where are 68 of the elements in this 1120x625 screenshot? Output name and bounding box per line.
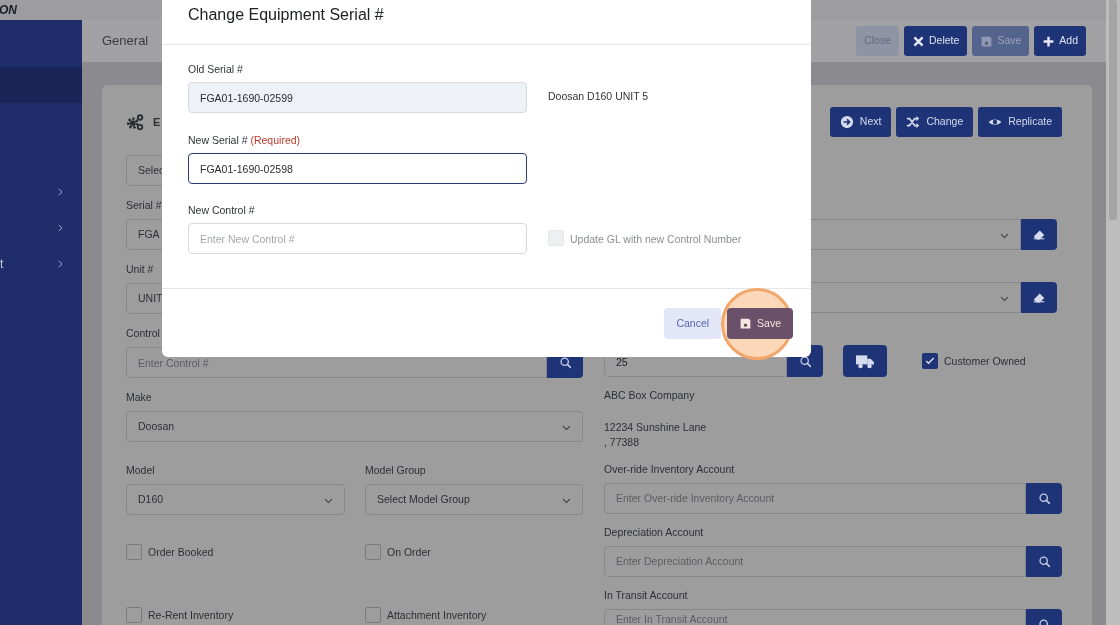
field-label: Depreciation Account — [604, 525, 704, 539]
input-field[interactable]: FGA01-1690-02598 — [188, 153, 527, 184]
input-field[interactable]: Enter New Control # — [188, 223, 527, 254]
field-label: Control — [126, 326, 160, 340]
select-field[interactable]: D160 — [126, 484, 345, 515]
eraser-icon — [1033, 228, 1045, 241]
eraser-icon — [1033, 291, 1045, 304]
search-icon — [1037, 492, 1051, 505]
add-button[interactable]: Add — [1034, 26, 1086, 56]
save-icon — [739, 317, 753, 330]
gears-icon — [126, 113, 144, 131]
search-icon — [798, 354, 812, 368]
search-icon — [1037, 555, 1051, 568]
truck-button[interactable] — [843, 345, 887, 377]
check-icon — [924, 355, 936, 367]
checkbox[interactable] — [365, 544, 381, 560]
checkbox-label: Re-Rent Inventory — [148, 608, 234, 622]
field-label: New Control # — [188, 203, 255, 217]
clear-button[interactable] — [1021, 219, 1057, 250]
field-label: Serial # — [126, 198, 162, 212]
section-title: E — [153, 114, 161, 130]
plus-icon — [1042, 34, 1056, 48]
save-icon — [980, 34, 994, 48]
equipment-name: Doosan D160 UNIT 5 — [548, 89, 649, 103]
x-icon — [912, 34, 925, 48]
address-text: 12234 Sunshine Lane , 77388 — [604, 420, 707, 450]
sidebar-label: t — [0, 256, 4, 273]
arrow-circle-icon — [839, 115, 854, 129]
checkbox-label: Customer Owned — [944, 354, 1026, 368]
field-label: New Serial # — [188, 134, 248, 146]
replicate-button[interactable]: Replicate — [978, 107, 1062, 137]
required-note: (Required) — [250, 134, 301, 146]
checkbox[interactable] — [922, 353, 938, 369]
field-label: In Transit Account — [604, 588, 688, 602]
checkbox-label: Attachment Inventory — [387, 608, 487, 622]
logo: ON — [0, 4, 17, 16]
checkbox[interactable] — [126, 607, 142, 623]
shuffle-icon — [906, 115, 921, 129]
cancel-button[interactable]: Cancel — [664, 308, 722, 339]
customer-name: ABC Box Company — [604, 388, 695, 402]
save-button[interactable]: Save — [727, 308, 793, 339]
dialog-title: Change Equipment Serial # — [188, 5, 385, 25]
field-label: Unit # — [126, 262, 154, 276]
field-label: Old Serial # — [188, 62, 243, 76]
input-field[interactable]: FGA01-1690-02599 — [188, 82, 527, 113]
scrollbar[interactable] — [1106, 0, 1120, 625]
sidebar-item[interactable]: t — [0, 246, 82, 282]
delete-button[interactable]: Delete — [904, 26, 968, 56]
checkbox[interactable] — [365, 607, 381, 623]
truck-icon — [856, 352, 874, 370]
chevron-icon — [55, 223, 65, 233]
search-icon — [558, 356, 572, 369]
checkbox-label: Update GL with new Control Number — [570, 232, 742, 246]
checkbox[interactable] — [126, 544, 142, 560]
chevron-icon — [55, 259, 65, 269]
field-label: Model — [126, 463, 155, 477]
change-button[interactable]: Change — [896, 107, 974, 137]
next-button[interactable]: Next — [829, 107, 892, 137]
select-field[interactable]: Doosan — [126, 411, 583, 442]
select-field[interactable]: Select Model Group — [365, 484, 583, 515]
field-label: Make — [126, 390, 152, 404]
chevron-icon — [55, 187, 65, 197]
clear-button[interactable] — [1021, 282, 1057, 313]
field-label: Model Group — [365, 463, 426, 477]
checkbox-label: Order Booked — [148, 545, 214, 559]
page-title: General — [102, 32, 149, 51]
checkbox-label: On Order — [387, 545, 431, 559]
field-label: Over-ride Inventory Account — [604, 462, 735, 476]
